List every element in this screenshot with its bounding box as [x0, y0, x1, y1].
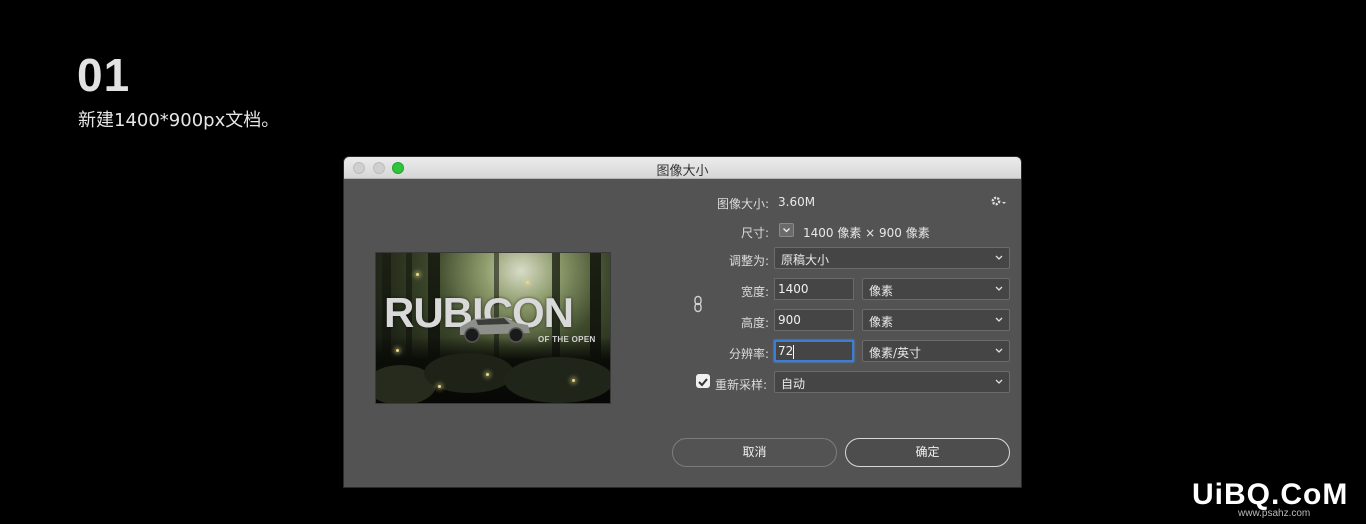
height-value: 900 [778, 313, 801, 327]
width-unit-value: 像素 [869, 284, 894, 298]
watermark-url: www.psahz.com [1238, 508, 1311, 519]
chevron-down-icon [995, 286, 1003, 291]
chevron-down-icon [783, 228, 790, 233]
step-description: 新建1400*900px文档。 [78, 110, 280, 131]
resample-method-select[interactable]: 自动 [774, 371, 1010, 393]
width-value: 1400 [778, 282, 809, 296]
gear-icon[interactable] [990, 194, 1008, 208]
chevron-down-icon [995, 255, 1003, 260]
resolution-unit-select[interactable]: 像素/英寸 [862, 340, 1010, 362]
text-caret [793, 345, 794, 359]
height-input[interactable]: 900 [774, 309, 854, 331]
dialog-title: 图像大小 [656, 164, 709, 179]
resample-checkbox[interactable] [696, 374, 710, 388]
link-constrain-icon[interactable] [693, 295, 703, 313]
height-label: 高度: [741, 316, 770, 330]
resample-label: 重新采样: [715, 378, 768, 392]
watermark-logo: UiBQ.CoM [1192, 478, 1349, 511]
dimensions-label: 尺寸: [741, 226, 770, 240]
resolution-unit-value: 像素/英寸 [869, 346, 922, 360]
fit-to-label: 调整为: [729, 254, 770, 268]
preview-subtitle-text: OF THE OPEN [538, 335, 596, 344]
chevron-down-icon [995, 317, 1003, 322]
image-size-dialog: 图像大小 RUBICON OF THE OPEN 图像大小: 3.60M 尺寸:… [344, 157, 1021, 487]
resolution-value: 72 [778, 344, 794, 358]
image-size-value: 3.60M [778, 195, 816, 209]
fit-to-value: 原稿大小 [781, 253, 830, 267]
fit-to-select[interactable]: 原稿大小 [774, 247, 1010, 269]
dialog-titlebar[interactable]: 图像大小 [344, 157, 1021, 179]
step-number: 01 [77, 49, 131, 101]
width-input[interactable]: 1400 [774, 278, 854, 300]
resample-method-value: 自动 [781, 377, 806, 391]
chevron-down-icon [995, 379, 1003, 384]
image-size-label: 图像大小: [717, 197, 770, 211]
dimensions-value: 1400 像素 × 900 像素 [803, 226, 930, 240]
chevron-down-icon [995, 348, 1003, 353]
ok-button[interactable]: 确定 [845, 438, 1010, 467]
image-preview[interactable]: RUBICON OF THE OPEN [375, 252, 611, 404]
jeep-graphic [460, 317, 530, 343]
height-unit-value: 像素 [869, 315, 894, 329]
checkmark-icon [698, 378, 708, 387]
resolution-label: 分辨率: [729, 347, 770, 361]
resolution-input[interactable]: 72 [774, 340, 854, 362]
width-label: 宽度: [741, 285, 770, 299]
dimensions-unit-dropdown[interactable] [779, 223, 794, 237]
height-unit-select[interactable]: 像素 [862, 309, 1010, 331]
width-unit-select[interactable]: 像素 [862, 278, 1010, 300]
cancel-button[interactable]: 取消 [672, 438, 837, 467]
